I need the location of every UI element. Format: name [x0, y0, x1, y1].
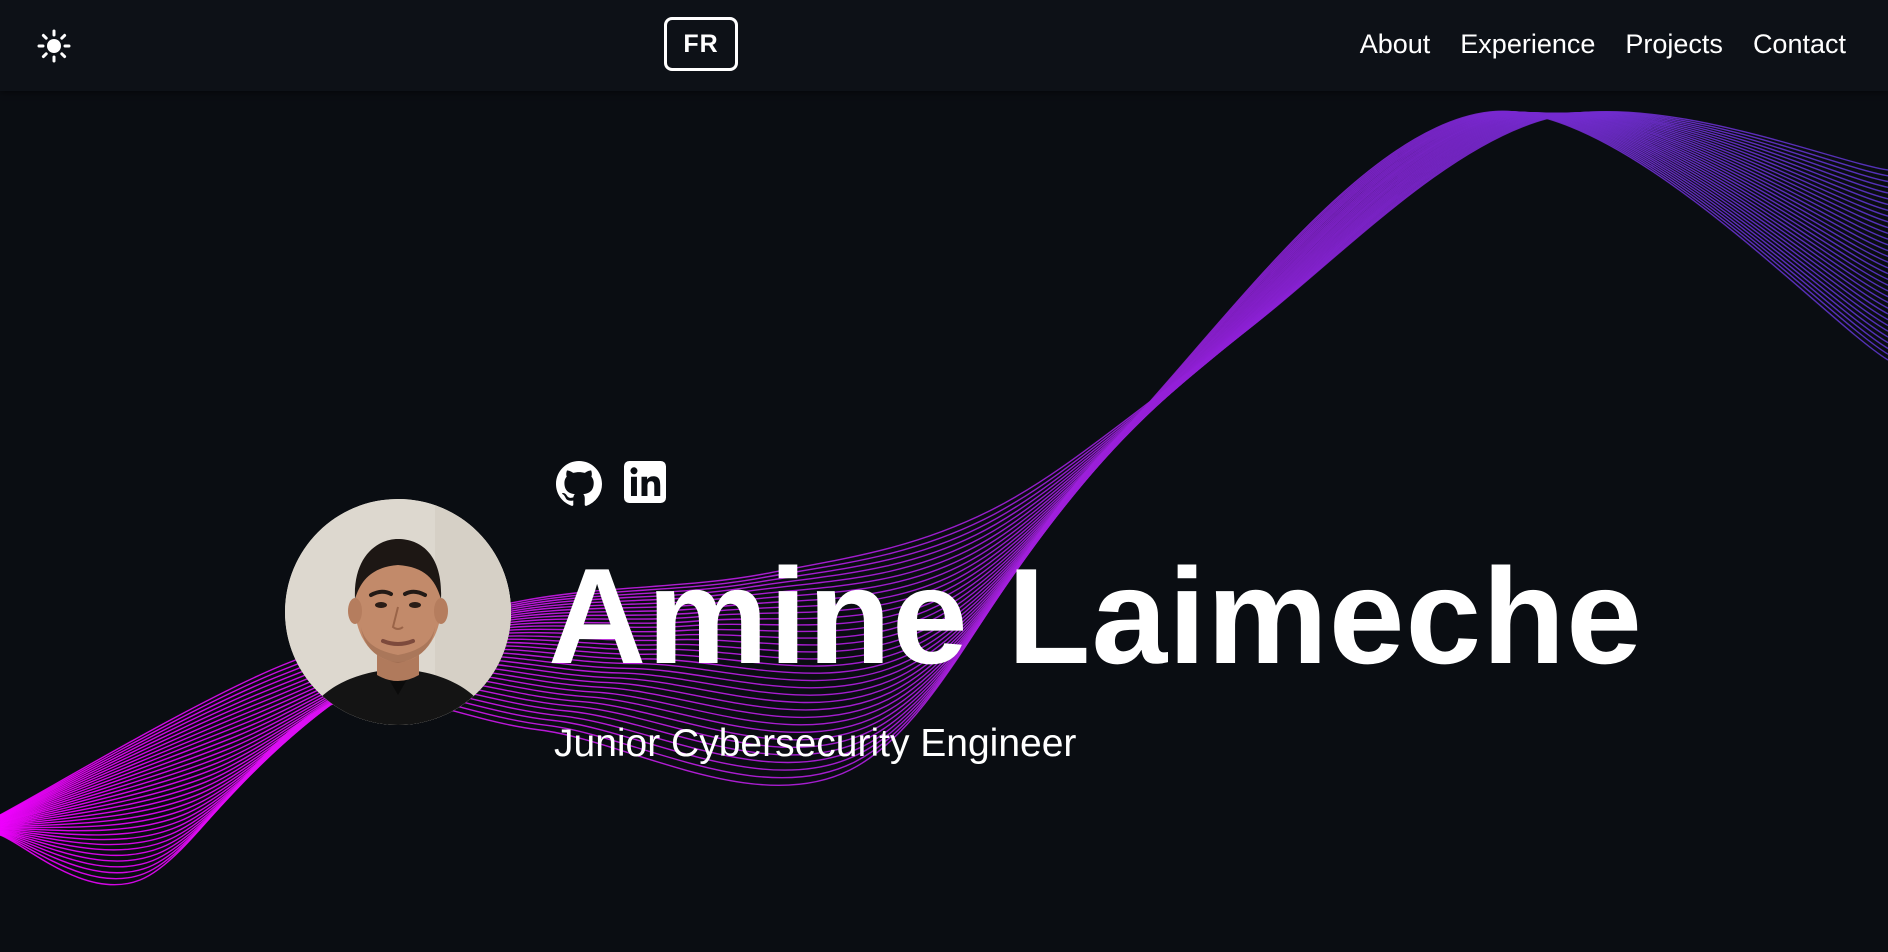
- linkedin-link[interactable]: [624, 461, 670, 507]
- nav-link-about[interactable]: About: [1360, 29, 1431, 60]
- top-navbar: FR About Experience Projects Contact: [0, 0, 1888, 91]
- nav-link-contact[interactable]: Contact: [1753, 29, 1846, 60]
- page: FR About Experience Projects Contact Ami…: [0, 0, 1888, 952]
- language-toggle-button[interactable]: FR: [664, 17, 738, 71]
- main-nav: About Experience Projects Contact: [1360, 0, 1846, 88]
- linkedin-icon: [624, 461, 666, 503]
- github-link[interactable]: [556, 461, 602, 507]
- theme-toggle-button[interactable]: [34, 26, 74, 66]
- sun-icon: [37, 29, 71, 63]
- nav-link-experience[interactable]: Experience: [1460, 29, 1595, 60]
- github-icon: [556, 461, 602, 506]
- hero-title: Junior Cybersecurity Engineer: [554, 722, 1077, 765]
- hero-section: Amine Laimeche Junior Cybersecurity Engi…: [0, 0, 1888, 952]
- nav-link-projects[interactable]: Projects: [1625, 29, 1723, 60]
- profile-photo: [285, 499, 511, 725]
- hero-name: Amine Laimeche: [548, 540, 1643, 692]
- avatar: [285, 499, 511, 725]
- social-links: [556, 461, 670, 507]
